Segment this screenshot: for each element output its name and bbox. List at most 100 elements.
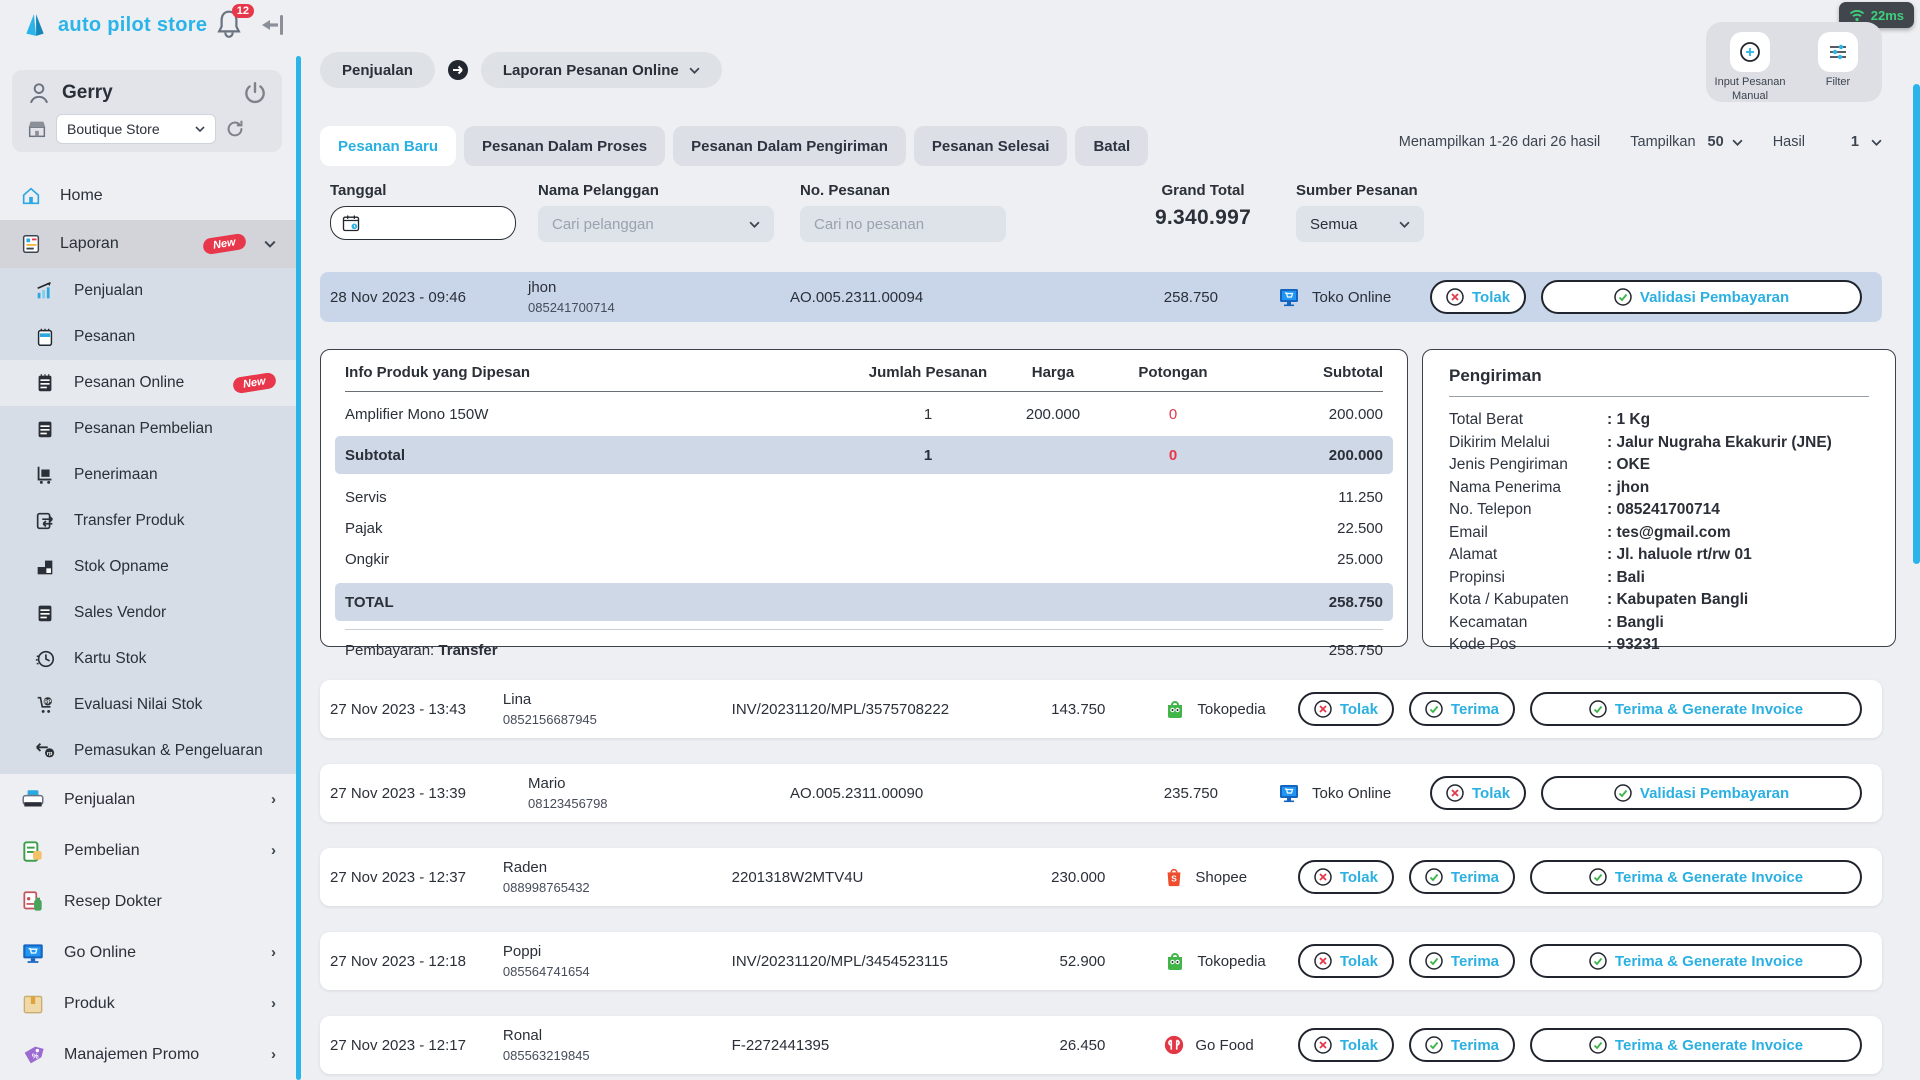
customer-name: Mario	[528, 775, 790, 792]
home-icon	[20, 185, 42, 207]
sidebar-item-laporan-pemasukan-pengeluaran[interactable]: rp Pemasukan & Pengeluaran	[0, 728, 296, 774]
filter-button[interactable]: Filter	[1796, 32, 1880, 90]
terima-generate-invoice-button[interactable]: Terima & Generate Invoice	[1530, 944, 1862, 978]
tab-pesanan-selesai[interactable]: Pesanan Selesai	[914, 126, 1068, 166]
order-amount: 258.750	[1110, 289, 1218, 306]
order-row-selected[interactable]: 28 Nov 2023 - 09:46 jhon 085241700714 AO…	[320, 272, 1882, 322]
order-amount: 52.900	[1011, 953, 1105, 970]
nama-pelanggan-select[interactable]: Cari pelanggan	[538, 206, 774, 242]
reject-x-icon	[1314, 700, 1332, 718]
sidebar-item-laporan-penjualan[interactable]: Penjualan	[0, 268, 296, 314]
brand-name: auto pilot store	[58, 14, 207, 37]
sidebar-item-pembelian[interactable]: Pembelian ›	[0, 825, 296, 876]
chevron-down-icon[interactable]	[1732, 139, 1743, 146]
sidebar-item-laporan-stok-opname[interactable]: Stok Opname	[0, 544, 296, 590]
per-page-value[interactable]: 50	[1708, 134, 1724, 150]
validasi-pembayaran-button[interactable]: Validasi Pembayaran	[1541, 280, 1862, 314]
validasi-pembayaran-button[interactable]: Validasi Pembayaran	[1541, 776, 1862, 810]
shipping-row: Total Berat: 1 Kg	[1449, 409, 1869, 432]
check-circle-icon	[1425, 700, 1443, 718]
wifi-icon	[1849, 9, 1865, 22]
chevron-right-icon: ›	[271, 791, 276, 808]
fee-row-ongkir: Ongkir 25.000	[345, 544, 1383, 575]
sidebar-item-laporan-pesanan-pembelian[interactable]: Pesanan Pembelian	[0, 406, 296, 452]
terima-generate-invoice-button[interactable]: Terima & Generate Invoice	[1530, 860, 1862, 894]
sidebar-item-produk[interactable]: Produk ›	[0, 978, 296, 1029]
no-pesanan-label: No. Pesanan	[800, 182, 1120, 199]
tolak-button[interactable]: Tolak	[1430, 776, 1526, 810]
input-pesanan-manual-button[interactable]: Input Pesanan Manual	[1708, 32, 1792, 104]
terima-button[interactable]: Terima	[1409, 944, 1515, 978]
reject-x-icon	[1314, 1036, 1332, 1054]
laporan-submenu: Penjualan Pesanan Pesanan Online New	[0, 268, 296, 774]
stock-boxes-icon	[34, 556, 56, 578]
logout-power-button[interactable]	[242, 80, 268, 106]
sidebar-item-manajemen-promo[interactable]: % Manajemen Promo ›	[0, 1029, 296, 1080]
sidebar-item-laporan-pesanan[interactable]: Pesanan	[0, 314, 296, 360]
tolak-button[interactable]: Tolak	[1298, 692, 1394, 726]
calendar-icon	[341, 213, 361, 233]
order-date: 27 Nov 2023 - 13:39	[330, 785, 528, 802]
check-circle-icon	[1589, 700, 1607, 718]
tolak-button[interactable]: Tolak	[1298, 860, 1394, 894]
chevron-down-icon[interactable]	[1871, 139, 1882, 146]
sidebar-item-laporan-penerimaan[interactable]: Penerimaan	[0, 452, 296, 498]
page-scrollbar[interactable]	[1913, 84, 1920, 564]
order-number: INV/20231120/MPL/3454523115	[732, 953, 1011, 970]
order-row[interactable]: 27 Nov 2023 - 12:17 Ronal085563219845 F-…	[320, 1016, 1882, 1074]
no-pesanan-input[interactable]	[800, 206, 1006, 242]
sidebar-item-laporan[interactable]: Laporan New	[0, 220, 296, 268]
breadcrumb: Penjualan Laporan Pesanan Online	[320, 52, 722, 88]
collapse-sidebar-button[interactable]	[256, 12, 286, 38]
sidebar-item-go-online[interactable]: Go Online ›	[0, 927, 296, 978]
customer-name: Ronal	[503, 1027, 732, 1044]
tolak-button[interactable]: Tolak	[1298, 1028, 1394, 1062]
tab-batal[interactable]: Batal	[1075, 126, 1148, 166]
sidebar-item-penjualan[interactable]: Penjualan ›	[0, 774, 296, 825]
order-row[interactable]: 27 Nov 2023 - 12:37 Raden088998765432 22…	[320, 848, 1882, 906]
tab-pesanan-baru[interactable]: Pesanan Baru	[320, 126, 456, 166]
breadcrumb-parent[interactable]: Penjualan	[320, 52, 435, 88]
shipping-title: Pengiriman	[1449, 366, 1869, 397]
per-page-label: Tampilkan	[1630, 134, 1695, 150]
subtotal-row: Subtotal 1 0 200.000	[335, 436, 1393, 474]
sidebar-item-laporan-sales-vendor[interactable]: Sales Vendor	[0, 590, 296, 636]
order-row[interactable]: 27 Nov 2023 - 13:43 Lina0852156687945 IN…	[320, 680, 1882, 738]
sumber-pesanan-select[interactable]: Semua	[1296, 206, 1424, 242]
terima-button[interactable]: Terima	[1409, 692, 1515, 726]
results-summary: Menampilkan 1-26 dari 26 hasil	[1399, 134, 1601, 150]
svg-text:rp: rp	[47, 751, 53, 757]
page-value[interactable]: 1	[1851, 134, 1859, 150]
terima-generate-invoice-button[interactable]: Terima & Generate Invoice	[1530, 692, 1862, 726]
terima-button[interactable]: Terima	[1409, 1028, 1515, 1062]
toolbar: Input Pesanan Manual Filter	[1706, 22, 1882, 102]
order-source: Toko Online	[1312, 785, 1391, 802]
sidebar-item-home[interactable]: Home	[0, 172, 296, 220]
notifications-button[interactable]: 12	[214, 8, 248, 42]
refresh-button[interactable]	[224, 118, 246, 140]
order-date: 28 Nov 2023 - 09:46	[330, 289, 528, 306]
sidebar-item-laporan-pesanan-online[interactable]: Pesanan Online New	[0, 360, 296, 406]
tolak-button[interactable]: Tolak	[1430, 280, 1526, 314]
terima-button[interactable]: Terima	[1409, 860, 1515, 894]
order-number: F-2272441395	[732, 1037, 1011, 1054]
tab-pesanan-dalam-proses[interactable]: Pesanan Dalam Proses	[464, 126, 665, 166]
tolak-button[interactable]: Tolak	[1298, 944, 1394, 978]
reject-x-icon	[1314, 868, 1332, 886]
sidebar-item-laporan-evaluasi-nilai-stok[interactable]: RP Evaluasi Nilai Stok	[0, 682, 296, 728]
pagination-bar: Menampilkan 1-26 dari 26 hasil Tampilkan…	[1399, 134, 1882, 150]
tab-pesanan-dalam-pengiriman[interactable]: Pesanan Dalam Pengiriman	[673, 126, 906, 166]
sidebar-item-resep-dokter[interactable]: Resep Dokter	[0, 876, 296, 927]
svg-text:%: %	[32, 1051, 39, 1060]
tanggal-input[interactable]	[330, 206, 516, 240]
terima-generate-invoice-button[interactable]: Terima & Generate Invoice	[1530, 1028, 1862, 1062]
store-select[interactable]: Boutique Store	[56, 114, 216, 144]
breadcrumb-current-dropdown[interactable]: Laporan Pesanan Online	[481, 52, 722, 88]
sidebar-item-laporan-transfer-produk[interactable]: Transfer Produk	[0, 498, 296, 544]
chevron-right-icon: ›	[271, 1046, 276, 1063]
shipping-row: Alamat: Jl. haluole rt/rw 01	[1449, 544, 1869, 567]
filters-row: Tanggal Nama Pelanggan Cari pelanggan No…	[330, 182, 1424, 242]
sidebar-item-laporan-kartu-stok[interactable]: Kartu Stok	[0, 636, 296, 682]
order-row[interactable]: 27 Nov 2023 - 12:18 Poppi085564741654 IN…	[320, 932, 1882, 990]
order-row[interactable]: 27 Nov 2023 - 13:39 Mario08123456798 AO.…	[320, 764, 1882, 822]
